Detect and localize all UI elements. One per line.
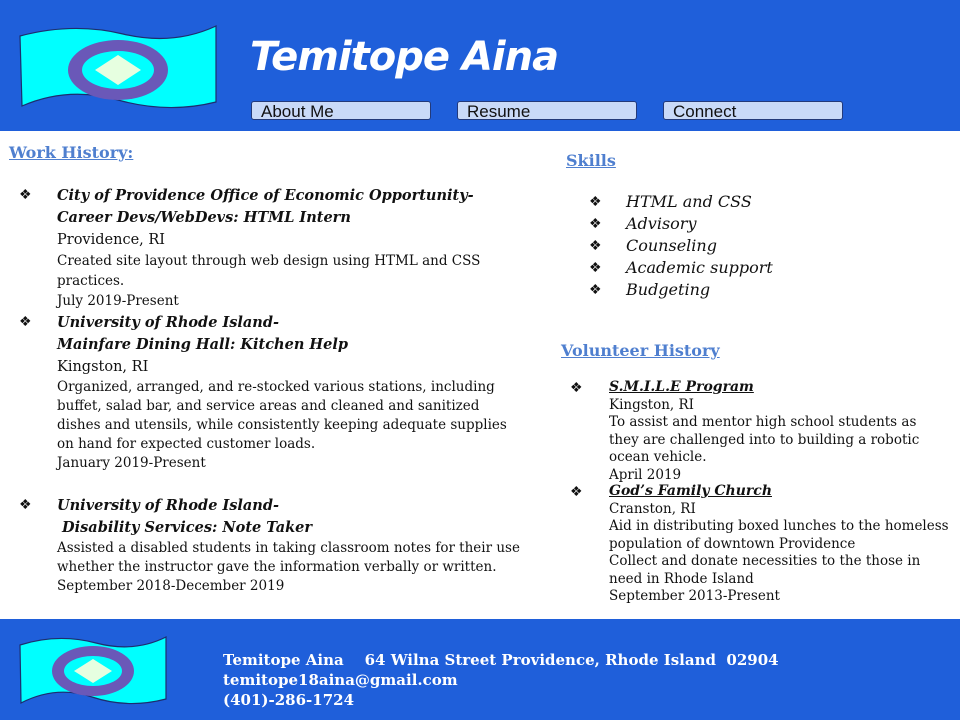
volunteer-description-2: Collect and donate necessities to the th… bbox=[609, 553, 921, 587]
skill-item: Budgeting bbox=[626, 280, 711, 299]
bullet-icon: ❖ bbox=[589, 260, 602, 276]
bullet-icon: ❖ bbox=[570, 380, 583, 396]
nav-about-me-button[interactable]: About Me bbox=[251, 101, 431, 121]
job-location: Providence, RI bbox=[57, 232, 166, 248]
job-item: City of Providence Office of Economic Op… bbox=[57, 185, 527, 311]
job-description: Created site layout through web design u… bbox=[57, 253, 481, 289]
job-description: Assisted a disabled students in taking c… bbox=[57, 540, 520, 575]
volunteer-location: Kingston, RI bbox=[609, 396, 694, 413]
job-description: Organized, arranged, and re-stocked vari… bbox=[57, 379, 507, 452]
skill-item: Advisory bbox=[626, 214, 697, 233]
job-dates: January 2019-Present bbox=[57, 455, 206, 471]
volunteer-org-name: God’s Family Church bbox=[609, 483, 772, 499]
job-title: University of Rhode Island- bbox=[57, 314, 280, 331]
footer-name-address: Temitope Aina 64 Wilna Street Providence… bbox=[223, 651, 779, 669]
site-header: Temitope Aina About Me Resume Connect bbox=[0, 0, 960, 131]
volunteer-org-suffix: Program bbox=[685, 379, 754, 395]
job-title: University of Rhode Island- bbox=[57, 497, 280, 514]
volunteer-item: God’s Family Church Cranston, RI Aid in … bbox=[609, 483, 949, 606]
volunteer-location: Cranston, RI bbox=[609, 500, 696, 517]
bullet-icon: ❖ bbox=[19, 187, 32, 203]
volunteer-history-heading: Volunteer History bbox=[561, 341, 720, 360]
bullet-icon: ❖ bbox=[19, 497, 32, 513]
skill-item: Counseling bbox=[626, 236, 717, 255]
footer-phone: (401)-286-1724 bbox=[223, 691, 355, 709]
skill-item: Academic support bbox=[626, 258, 773, 277]
volunteer-item: S.M.I.L.E Program Kingston, RI To assist… bbox=[609, 379, 949, 484]
nav-connect-button[interactable]: Connect bbox=[663, 101, 843, 121]
volunteer-description: To assist and mentor high school student… bbox=[609, 414, 920, 465]
site-title: Temitope Aina bbox=[250, 34, 559, 80]
job-dates: July 2019-Present bbox=[57, 293, 179, 309]
flag-logo-icon bbox=[19, 636, 167, 705]
bullet-icon: ❖ bbox=[589, 194, 602, 210]
site-footer: Temitope Aina 64 Wilna Street Providence… bbox=[0, 619, 960, 720]
skill-item: HTML and CSS bbox=[626, 192, 752, 211]
volunteer-dates: September 2013-Present bbox=[609, 588, 780, 604]
volunteer-description: Aid in distributing boxed lunches to the… bbox=[609, 518, 949, 552]
job-title-2: Disability Services: Note Taker bbox=[57, 519, 313, 536]
job-dates: September 2018-December 2019 bbox=[57, 578, 285, 594]
job-item: University of Rhode Island- Disability S… bbox=[57, 495, 532, 596]
footer-email[interactable]: temitope18aina@gmail.com bbox=[223, 670, 458, 690]
bullet-icon: ❖ bbox=[589, 282, 602, 298]
flag-logo-icon[interactable] bbox=[18, 22, 218, 112]
volunteer-dates: April 2019 bbox=[609, 466, 682, 483]
bullet-icon: ❖ bbox=[589, 238, 602, 254]
work-history-heading: Work History: bbox=[9, 143, 134, 162]
skills-heading: Skills bbox=[566, 151, 616, 170]
bullet-icon: ❖ bbox=[19, 314, 32, 330]
job-title-2: Mainfare Dining Hall: Kitchen Help bbox=[57, 336, 348, 353]
job-title: City of Providence Office of Economic Op… bbox=[57, 187, 474, 204]
job-item: University of Rhode Island- Mainfare Din… bbox=[57, 312, 527, 473]
volunteer-org-name: S.M.I.L.E bbox=[609, 379, 686, 395]
nav-resume-button[interactable]: Resume bbox=[457, 101, 637, 121]
job-title-2: Career Devs/WebDevs: HTML Intern bbox=[57, 209, 351, 226]
job-location: Kingston, RI bbox=[57, 359, 149, 375]
bullet-icon: ❖ bbox=[570, 484, 583, 500]
bullet-icon: ❖ bbox=[589, 216, 602, 232]
